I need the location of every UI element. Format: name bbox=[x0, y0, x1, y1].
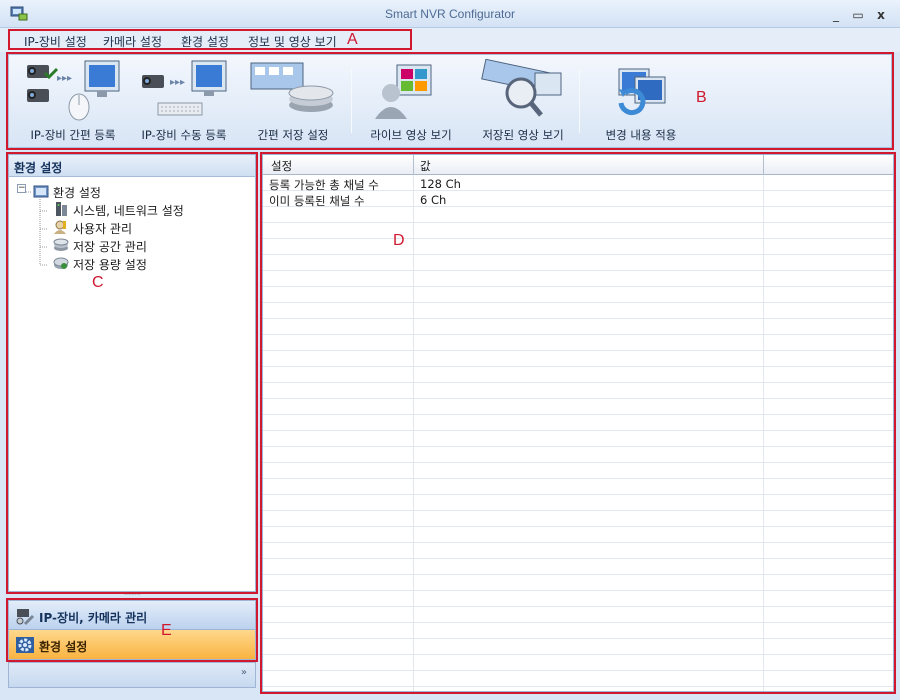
user-key-icon bbox=[53, 219, 69, 235]
apply-changes-button[interactable]: 변경 내용 적용 bbox=[589, 59, 693, 145]
manual-register-button[interactable]: ▸▸▸ IP-장비 수동 등록 bbox=[129, 59, 239, 145]
nav-device-camera-management[interactable]: IP-장비, 카메라 관리 bbox=[9, 601, 255, 630]
tree-label: 환경 설정 bbox=[53, 186, 101, 200]
recorded-view-button[interactable]: 저장된 영상 보기 bbox=[469, 59, 577, 145]
menu-ip-device-settings[interactable]: IP-장비 설정 bbox=[24, 33, 87, 50]
tree-label: 사용자 관리 bbox=[73, 222, 133, 236]
column-header-value[interactable]: 값 bbox=[420, 158, 431, 174]
tree-label: 저장 공간 관리 bbox=[73, 240, 147, 254]
camera-manual-register-icon: ▸▸▸ bbox=[129, 59, 239, 121]
tree-label: 저장 용량 설정 bbox=[73, 258, 147, 272]
easy-storage-button[interactable]: 간편 저장 설정 bbox=[241, 59, 345, 145]
navigation-pane: IP-장비, 카메라 관리 환경 설정 bbox=[8, 600, 256, 660]
tree-collapse-toggle[interactable]: − bbox=[17, 184, 26, 193]
column-divider[interactable] bbox=[763, 155, 764, 175]
ribbon-label: IP-장비 간편 등록 bbox=[30, 128, 116, 142]
minimize-button[interactable]: _ bbox=[828, 8, 844, 22]
column-divider[interactable] bbox=[413, 155, 414, 175]
ribbon-separator bbox=[351, 69, 352, 133]
setting-name: 이미 등록된 채널 수 bbox=[269, 194, 365, 208]
storage-capacity-icon bbox=[53, 255, 69, 271]
window-title: Smart NVR Configurator bbox=[384, 7, 516, 21]
nav-environment-settings[interactable]: 환경 설정 bbox=[9, 630, 255, 659]
ribbon-label: 저장된 영상 보기 bbox=[482, 128, 564, 142]
settings-tree: − 환경 설정 시스템, 네트워크 설정 사용자 관리 저장 공간 관리 저장 … bbox=[13, 179, 255, 591]
panel-header: 환경 설정 bbox=[9, 155, 255, 177]
annotation-label-b: B bbox=[696, 89, 707, 106]
navigation-footer: » bbox=[8, 662, 256, 688]
storage-setup-icon bbox=[241, 59, 345, 121]
menu-environment-settings[interactable]: 환경 설정 bbox=[181, 33, 229, 50]
ribbon-label: 변경 내용 적용 bbox=[605, 128, 677, 142]
svg-text:▸▸▸: ▸▸▸ bbox=[170, 77, 185, 88]
storage-disk-icon bbox=[53, 237, 69, 253]
live-view-icon bbox=[359, 59, 463, 121]
menu-info-video-view[interactable]: 정보 및 영상 보기 bbox=[248, 33, 337, 50]
column-header-setting[interactable]: 설정 bbox=[271, 158, 292, 174]
panel-splitter[interactable]: ··········· bbox=[8, 591, 256, 600]
settings-tree-panel: 환경 설정 − 환경 설정 시스템, 네트워크 설정 사용자 관리 저장 공간 … bbox=[8, 154, 256, 592]
apply-changes-icon bbox=[589, 59, 693, 121]
nav-label: IP-장비, 카메라 관리 bbox=[39, 611, 148, 625]
ribbon-label: IP-장비 수동 등록 bbox=[141, 128, 227, 142]
gear-settings-icon bbox=[15, 635, 35, 655]
ribbon-toolbar: ▸▸▸ IP-장비 간편 등록 ▸▸▸ IP-장비 수동 등록 간편 저장 설정… bbox=[8, 54, 892, 148]
setting-value: 128 Ch bbox=[420, 177, 461, 191]
maximize-button[interactable]: ▭ bbox=[850, 8, 866, 22]
nav-more-button[interactable]: » bbox=[241, 667, 247, 678]
column-gridline bbox=[763, 175, 764, 691]
setting-value: 6 Ch bbox=[420, 193, 447, 207]
annotation-label-d: D bbox=[393, 232, 405, 249]
grid-body bbox=[263, 175, 893, 691]
setting-name: 등록 가능한 총 채널 수 bbox=[269, 178, 379, 192]
annotation-label-c: C bbox=[92, 274, 104, 291]
ribbon-label: 간편 저장 설정 bbox=[257, 128, 329, 142]
playback-icon bbox=[469, 59, 577, 121]
column-gridline bbox=[413, 175, 414, 691]
annotation-label-a: A bbox=[347, 31, 358, 48]
settings-folder-icon bbox=[33, 183, 49, 199]
settings-grid: 설정 값 등록 가능한 총 채널 수 128 Ch 이미 등록된 채널 수 6 … bbox=[262, 154, 894, 692]
nav-label: 환경 설정 bbox=[39, 640, 88, 654]
menu-bar: IP-장비 설정 카메라 설정 환경 설정 정보 및 영상 보기 bbox=[0, 28, 900, 52]
close-button[interactable]: x bbox=[873, 8, 889, 22]
device-tools-icon bbox=[15, 606, 35, 626]
ribbon-label: 라이브 영상 보기 bbox=[370, 128, 452, 142]
camera-auto-register-icon: ▸▸▸ bbox=[21, 59, 125, 121]
ribbon-separator bbox=[579, 69, 580, 133]
tree-label: 시스템, 네트워크 설정 bbox=[73, 204, 184, 218]
svg-text:▸▸▸: ▸▸▸ bbox=[57, 73, 72, 84]
system-network-icon bbox=[53, 201, 69, 217]
grid-header: 설정 값 bbox=[263, 155, 893, 175]
title-bar: Smart NVR Configurator _ ▭ x bbox=[0, 0, 900, 28]
live-view-button[interactable]: 라이브 영상 보기 bbox=[359, 59, 463, 145]
annotation-label-e: E bbox=[161, 622, 172, 639]
easy-register-button[interactable]: ▸▸▸ IP-장비 간편 등록 bbox=[21, 59, 125, 145]
menu-camera-settings[interactable]: 카메라 설정 bbox=[103, 33, 162, 50]
